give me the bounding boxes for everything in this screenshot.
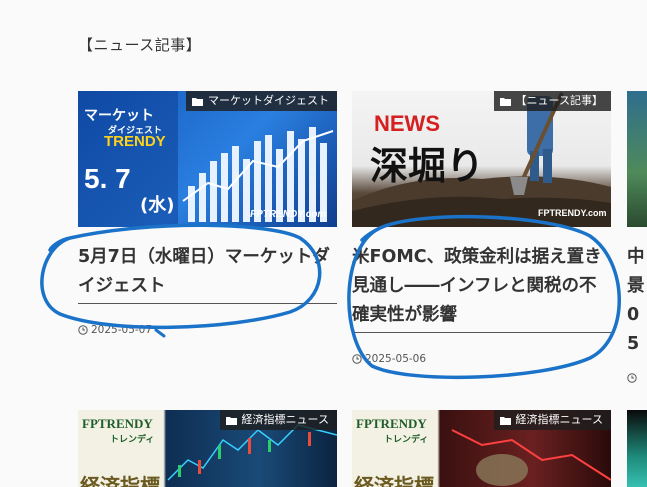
category-badge[interactable]: 【ニュース記事】 <box>493 91 611 111</box>
category-label: マーケットダイジェスト <box>208 94 329 107</box>
folder-icon <box>499 97 511 106</box>
article-card-partial[interactable]: 中景05 <box>627 91 647 387</box>
thumb-text-brand: FPTRENDY <box>356 416 427 431</box>
date-text: 2025-05-07 <box>91 324 153 336</box>
thumb-text-headline: 深堀り <box>370 144 485 188</box>
category-label: 経済指標ニュース <box>241 413 329 426</box>
folder-icon <box>225 416 237 425</box>
clock-icon <box>627 373 637 383</box>
category-label: 【ニュース記事】 <box>515 94 603 107</box>
category-label: 経済指標ニュース <box>515 413 603 426</box>
article-thumbnail-partial[interactable] <box>627 410 647 487</box>
article-date: 2025-05-07 <box>78 324 337 336</box>
date-text: 2025-05-06 <box>365 353 427 365</box>
article-thumbnail[interactable] <box>627 91 647 227</box>
thumb-text-weekday: (水) <box>140 195 175 216</box>
thumb-text-date: 5. 7 <box>84 163 131 194</box>
category-badge[interactable]: マーケットダイジェスト <box>186 91 337 111</box>
article-thumbnail[interactable]: FPTRENDY トレンディ 経済指標 経済指標ニュース <box>78 410 337 487</box>
thumb-text-brand: FPTRENDY <box>82 416 153 431</box>
thumb-text-sub: トレンディ <box>384 435 429 445</box>
thumb-text-trendy: TRENDY <box>104 133 166 150</box>
article-card-market-digest[interactable]: マーケット ダイジェスト TRENDY 5. 7 (水) FPTRENDY.co… <box>78 91 337 336</box>
article-card-fomc[interactable]: NEWS 深堀り FPTRENDY.com 【ニュース記事】 米FOMC、政策金… <box>352 91 611 365</box>
category-badge[interactable]: 経済指標ニュース <box>493 410 611 430</box>
thumb-text-big: 経済指標 <box>354 474 434 487</box>
folder-icon <box>192 97 203 106</box>
thumb-text-market: マーケット <box>84 108 154 124</box>
article-card-economic-2[interactable]: FPTRENDY トレンディ 経済指標 経済指標ニュース <box>352 410 611 487</box>
article-title-partial[interactable]: 中景05 <box>627 243 647 359</box>
thumb-text-sub: トレンディ <box>110 435 155 445</box>
clock-icon <box>78 325 88 335</box>
category-badge[interactable]: 経済指標ニュース <box>219 410 337 430</box>
article-title[interactable]: 5月7日（水曜日）マーケットダイジェスト <box>78 243 337 304</box>
article-thumbnail[interactable]: NEWS 深堀り FPTRENDY.com 【ニュース記事】 <box>352 91 611 227</box>
folder-icon <box>499 416 511 425</box>
section-title: 【ニュース記事】 <box>78 36 202 54</box>
thumb-text-brand: FPTRENDY.com <box>538 208 607 218</box>
article-card-economic-1[interactable]: FPTRENDY トレンディ 経済指標 経済指標ニュース <box>78 410 337 487</box>
article-thumbnail[interactable]: マーケット ダイジェスト TRENDY 5. 7 (水) FPTRENDY.co… <box>78 91 337 227</box>
article-title[interactable]: 米FOMC、政策金利は据え置き見通し――インフレと関税の不確実性が影響 <box>352 243 611 333</box>
article-date: 2025-05-06 <box>352 353 611 365</box>
clock-icon <box>352 354 362 364</box>
article-thumbnail[interactable]: FPTRENDY トレンディ 経済指標 経済指標ニュース <box>352 410 611 487</box>
thumb-text-brand: FPTRENDY.com <box>250 209 327 220</box>
thumb-text-big: 経済指標 <box>80 474 160 487</box>
thumb-text-news: NEWS <box>374 111 440 136</box>
